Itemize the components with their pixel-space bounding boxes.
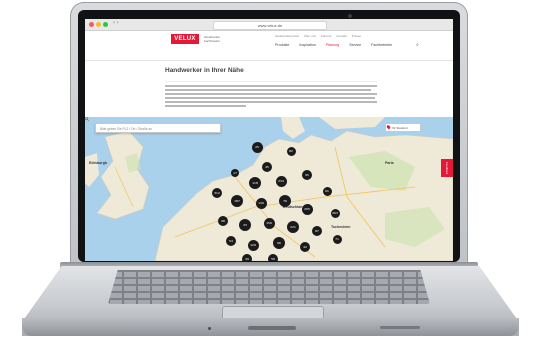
map-cluster-marker[interactable]: 95 <box>302 170 312 180</box>
nav-item-inspiration[interactable]: Inspiration <box>299 43 316 47</box>
map-cluster-marker[interactable]: 140 <box>255 197 267 209</box>
address-bar[interactable]: www.velux.de <box>213 21 327 30</box>
map-cluster-marker[interactable]: 17 <box>231 169 239 177</box>
map-cluster-marker[interactable]: 25 <box>251 141 263 153</box>
search-icon[interactable]: ⌕ <box>416 42 419 48</box>
map-cluster-marker[interactable]: 39 <box>242 254 252 261</box>
feedback-tab[interactable]: Feedback <box>441 159 453 177</box>
close-window-button[interactable] <box>89 22 94 27</box>
map-cluster-marker[interactable]: 33 <box>239 219 251 231</box>
side-port <box>380 326 420 329</box>
title-divider <box>165 81 377 82</box>
maximize-window-button[interactable] <box>103 22 108 27</box>
history-nav: ‹ › <box>113 20 119 26</box>
map-cluster-marker[interactable]: 221 <box>287 221 299 233</box>
map-label: Edinburgh <box>89 161 107 165</box>
top-nav-item[interactable]: Presse <box>352 34 361 38</box>
map-land <box>85 117 453 261</box>
top-nav-item[interactable]: Über uns <box>304 34 316 38</box>
map-search-input[interactable]: Bitte geben Sie PLZ / Ort / Straße an <box>95 123 221 133</box>
map-cluster-marker[interactable]: 42 <box>300 242 310 252</box>
header-divider <box>85 60 453 61</box>
top-nav-item[interactable]: Karriere <box>321 34 332 38</box>
map-cluster-marker[interactable]: 54 <box>226 236 236 246</box>
map-cluster-marker[interactable]: 66 <box>273 237 285 249</box>
map-cluster-marker[interactable]: 205 <box>301 203 313 215</box>
map-cluster-marker[interactable]: 187 <box>231 195 243 207</box>
map-label: Tschechien <box>331 225 351 229</box>
back-button[interactable]: ‹ <box>113 20 115 26</box>
nav-item-planung[interactable]: Planung <box>326 43 339 47</box>
top-nav-item[interactable]: Handwerkerportal <box>275 34 299 38</box>
search-icon[interactable] <box>85 117 89 121</box>
map-cluster-marker[interactable]: 76 <box>279 195 291 207</box>
map-cluster-marker[interactable]: 82 <box>286 146 296 156</box>
map-cluster-marker[interactable]: 58 <box>268 254 278 261</box>
map-label: Paris <box>385 161 394 165</box>
page-title: Handwerker in Ihrer Nähe <box>165 67 244 74</box>
browser-toolbar: ‹ › www.velux.de <box>85 19 453 31</box>
power-led-icon <box>208 327 211 330</box>
velux-logo[interactable]: VELUX <box>171 34 199 44</box>
minimize-window-button[interactable] <box>96 22 101 27</box>
map-cluster-marker[interactable]: 98 <box>218 216 228 226</box>
map-cluster-marker[interactable]: 118 <box>249 177 261 189</box>
map-cluster-marker[interactable]: 312 <box>212 188 222 198</box>
logo-subtitle: Handwerker Fachhandel <box>204 35 220 43</box>
map-cluster-marker[interactable]: 263 <box>330 208 340 218</box>
map-cluster-marker[interactable]: 61 <box>322 186 332 196</box>
nav-item-service[interactable]: Service <box>349 43 361 47</box>
logo-subtitle-line: Fachhandel <box>204 39 220 43</box>
camera-icon <box>348 14 352 18</box>
map-cluster-marker[interactable]: 87 <box>312 226 322 236</box>
nav-item-produkte[interactable]: Produkte <box>275 43 289 47</box>
disc-slot <box>248 326 296 330</box>
map-cluster-marker[interactable]: 129 <box>247 239 259 251</box>
dealer-map[interactable]: Bitte geben Sie PLZ / Ort / Straße an Ih… <box>85 117 453 261</box>
main-nav: Produkte Inspiration Planung Service Fac… <box>275 43 392 47</box>
locate-label: Ihr Standort <box>392 126 408 130</box>
map-cluster-marker[interactable]: 156 <box>263 217 275 229</box>
map-cluster-marker[interactable]: 45 <box>262 162 272 172</box>
top-nav-item[interactable]: Kontakt <box>337 34 347 38</box>
nav-item-fachbetriebe[interactable]: Fachbetriebe <box>371 43 392 47</box>
intro-paragraph <box>165 85 377 113</box>
map-cluster-marker[interactable]: 71 <box>332 234 342 244</box>
browser-screen: ‹ › www.velux.de Handwerkerportal Über u… <box>85 19 453 261</box>
forward-button[interactable]: › <box>117 20 119 26</box>
keyboard <box>108 270 430 304</box>
top-utility-nav: Handwerkerportal Über uns Karriere Konta… <box>275 34 361 38</box>
map-cluster-marker[interactable]: 234 <box>275 175 287 187</box>
